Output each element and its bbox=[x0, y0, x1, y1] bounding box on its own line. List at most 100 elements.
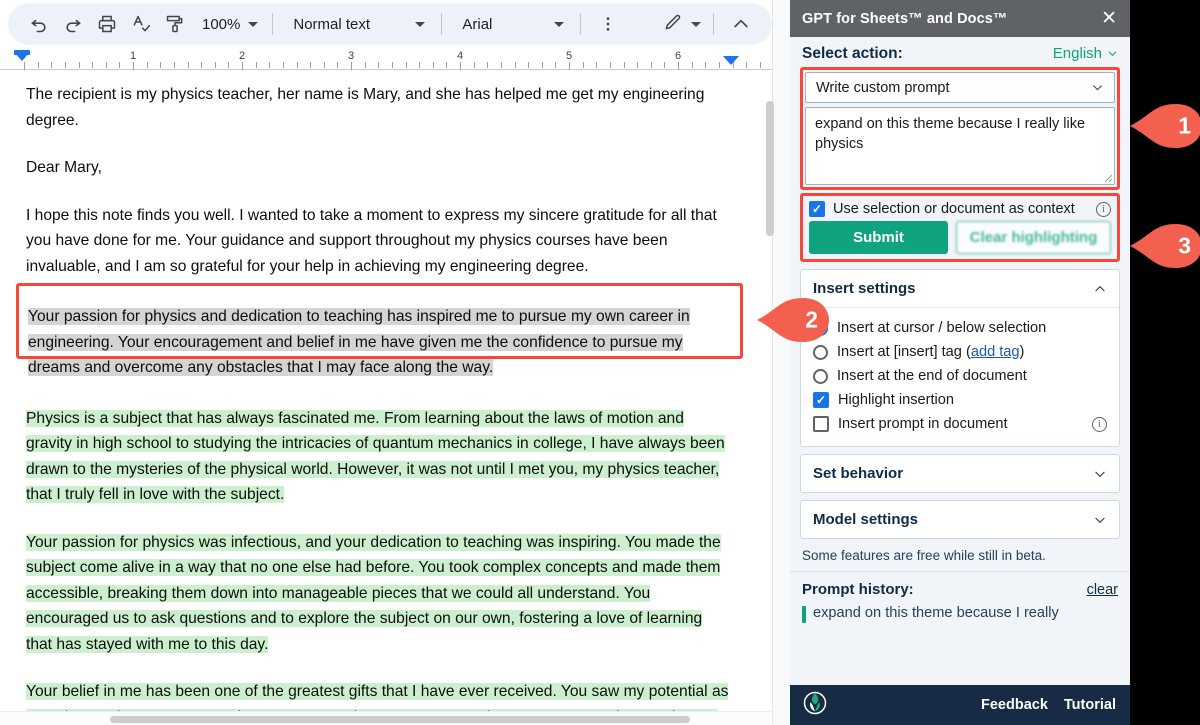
ruler-tick bbox=[650, 62, 652, 68]
action-buttons-row: Submit Clear highlighting bbox=[805, 221, 1115, 257]
app-root: 100% Normal text Arial 1 2 3 4 5 6 The r… bbox=[0, 0, 1200, 725]
font-family-selector[interactable]: Arial bbox=[452, 9, 570, 39]
document-canvas[interactable]: The recipient is my physics teacher, her… bbox=[0, 74, 772, 711]
prompt-history-title: Prompt history: bbox=[802, 581, 914, 598]
paragraph-text: Your passion for physics was infectious,… bbox=[26, 533, 721, 653]
ruler-tick bbox=[105, 62, 107, 68]
ruler-tick bbox=[419, 62, 421, 68]
add-tag-link[interactable]: add tag bbox=[971, 344, 1020, 360]
redo-icon[interactable] bbox=[56, 7, 90, 41]
paragraph-text: I hope this note finds you well. I wante… bbox=[26, 206, 717, 275]
spelling-check-icon[interactable] bbox=[124, 7, 158, 41]
paragraph-text: Your passion for physics and dedication … bbox=[28, 308, 690, 376]
ruler-number: 2 bbox=[238, 50, 246, 62]
checkbox-insert-prompt[interactable] bbox=[813, 416, 829, 432]
ruler-tick bbox=[705, 62, 707, 68]
action-select-value: Write custom prompt bbox=[816, 79, 950, 96]
prompt-history-section: Prompt history: clear expand on this the… bbox=[790, 572, 1130, 623]
beta-note: Some features are free while still in be… bbox=[802, 548, 1046, 563]
submit-button[interactable]: Submit bbox=[809, 221, 948, 254]
document-horizontal-scrollbar[interactable] bbox=[0, 711, 772, 725]
callout-badge-3: 3 bbox=[1128, 222, 1200, 270]
zoom-level-selector[interactable]: 100% bbox=[192, 9, 262, 39]
prompt-history-clear-link[interactable]: clear bbox=[1087, 582, 1118, 598]
print-icon[interactable] bbox=[90, 7, 124, 41]
textarea-resize-handle[interactable] bbox=[1101, 171, 1113, 183]
doc-paragraph: Your passion for physics was infectious,… bbox=[26, 530, 732, 658]
right-indent-marker[interactable] bbox=[723, 56, 739, 65]
option-highlight-insertion[interactable]: Highlight insertion bbox=[801, 388, 1119, 412]
radio-insert-at-tag[interactable] bbox=[813, 344, 828, 360]
prompt-history-item[interactable]: expand on this theme because I really bbox=[802, 605, 1118, 623]
custom-prompt-value: expand on this theme because I really li… bbox=[815, 116, 1086, 152]
option-label-tail: ) bbox=[1019, 344, 1025, 360]
collapse-toolbar-chevron-up-icon[interactable] bbox=[724, 7, 758, 41]
chevron-down-icon bbox=[1095, 471, 1105, 477]
language-selector[interactable]: English bbox=[1053, 45, 1118, 62]
option-label: Highlight insertion bbox=[838, 392, 955, 408]
option-insert-at-end[interactable]: Insert at the end of document bbox=[801, 364, 1119, 388]
ruler-tick bbox=[187, 62, 189, 68]
doc-paragraph: I hope this note finds you well. I wante… bbox=[26, 203, 732, 280]
ruler-tick bbox=[214, 62, 216, 68]
ruler-tick bbox=[609, 62, 611, 68]
horizontal-scroll-thumb[interactable] bbox=[110, 716, 690, 723]
checkbox-highlight-insertion[interactable] bbox=[813, 392, 829, 408]
chevron-down-icon bbox=[248, 21, 259, 27]
docs-toolbar-wrapper: 100% Normal text Arial bbox=[0, 0, 790, 48]
model-settings-header[interactable]: Model settings bbox=[801, 501, 1119, 538]
undo-icon[interactable] bbox=[22, 7, 56, 41]
ruler-tick bbox=[24, 62, 25, 70]
set-behavior-header[interactable]: Set behavior bbox=[801, 455, 1119, 492]
sidebar-footer: Feedback Tutorial bbox=[790, 685, 1130, 725]
info-icon[interactable]: i bbox=[1092, 416, 1107, 432]
doc-paragraph: Dear Mary, bbox=[26, 155, 732, 181]
action-select[interactable]: Write custom prompt bbox=[805, 72, 1115, 103]
toolbar-divider bbox=[580, 13, 582, 35]
three-dots-vertical-icon[interactable] bbox=[591, 7, 625, 41]
prompt-group-outline: Write custom prompt expand on this theme… bbox=[800, 67, 1120, 190]
clear-highlighting-button[interactable]: Clear highlighting bbox=[956, 221, 1111, 254]
ruler-number: 4 bbox=[456, 50, 464, 62]
document-ruler[interactable]: 1 2 3 4 5 6 bbox=[0, 48, 790, 74]
ruler-tick bbox=[255, 62, 257, 68]
ruler-tick bbox=[514, 62, 516, 68]
ruler-tick bbox=[391, 62, 393, 68]
editing-mode-selector[interactable] bbox=[653, 9, 703, 39]
ruler-tick bbox=[637, 62, 639, 68]
document-vertical-scrollbar[interactable] bbox=[766, 74, 784, 711]
paint-format-icon[interactable] bbox=[158, 7, 192, 41]
pencil-icon bbox=[663, 12, 683, 36]
ruler-tick bbox=[337, 62, 339, 68]
ruler-tick bbox=[746, 62, 748, 68]
left-indent-marker[interactable] bbox=[14, 52, 30, 61]
use-context-row[interactable]: Use selection or document as context i bbox=[805, 198, 1115, 221]
ruler-tick bbox=[623, 62, 625, 68]
ruler-tick bbox=[64, 62, 66, 68]
paragraph-text: The recipient is my physics teacher, her… bbox=[26, 86, 705, 129]
option-insert-at-cursor[interactable]: Insert at cursor / below selection bbox=[801, 316, 1119, 340]
callout-badge-1: 1 bbox=[1128, 102, 1200, 150]
gpt-for-work-logo-icon bbox=[800, 688, 830, 723]
feedback-link[interactable]: Feedback bbox=[981, 697, 1048, 713]
ruler-tick bbox=[473, 62, 475, 68]
callout-number: 2 bbox=[805, 306, 818, 333]
toolbar-divider bbox=[713, 13, 714, 35]
ruler-number: 5 bbox=[565, 50, 573, 62]
custom-prompt-textarea[interactable]: expand on this theme because I really li… bbox=[805, 107, 1115, 185]
ruler-tick bbox=[160, 62, 162, 68]
ruler-tick bbox=[555, 62, 557, 68]
ruler-tick bbox=[201, 62, 203, 68]
paragraph-style-selector[interactable]: Normal text bbox=[283, 9, 431, 39]
close-icon[interactable]: ✕ bbox=[1098, 9, 1120, 28]
chevron-down-icon bbox=[691, 21, 701, 27]
radio-insert-at-end[interactable] bbox=[813, 368, 828, 384]
option-label: Insert at the end of document bbox=[837, 368, 1027, 384]
option-insert-at-tag[interactable]: Insert at [insert] tag (add tag) bbox=[801, 340, 1119, 364]
vertical-scroll-thumb[interactable] bbox=[766, 101, 774, 236]
option-insert-prompt-in-document[interactable]: Insert prompt in document i bbox=[801, 412, 1119, 436]
info-icon[interactable]: i bbox=[1096, 201, 1111, 217]
tutorial-link[interactable]: Tutorial bbox=[1064, 697, 1116, 713]
insert-settings-header[interactable]: Insert settings bbox=[801, 270, 1119, 307]
use-context-checkbox[interactable] bbox=[809, 201, 825, 217]
